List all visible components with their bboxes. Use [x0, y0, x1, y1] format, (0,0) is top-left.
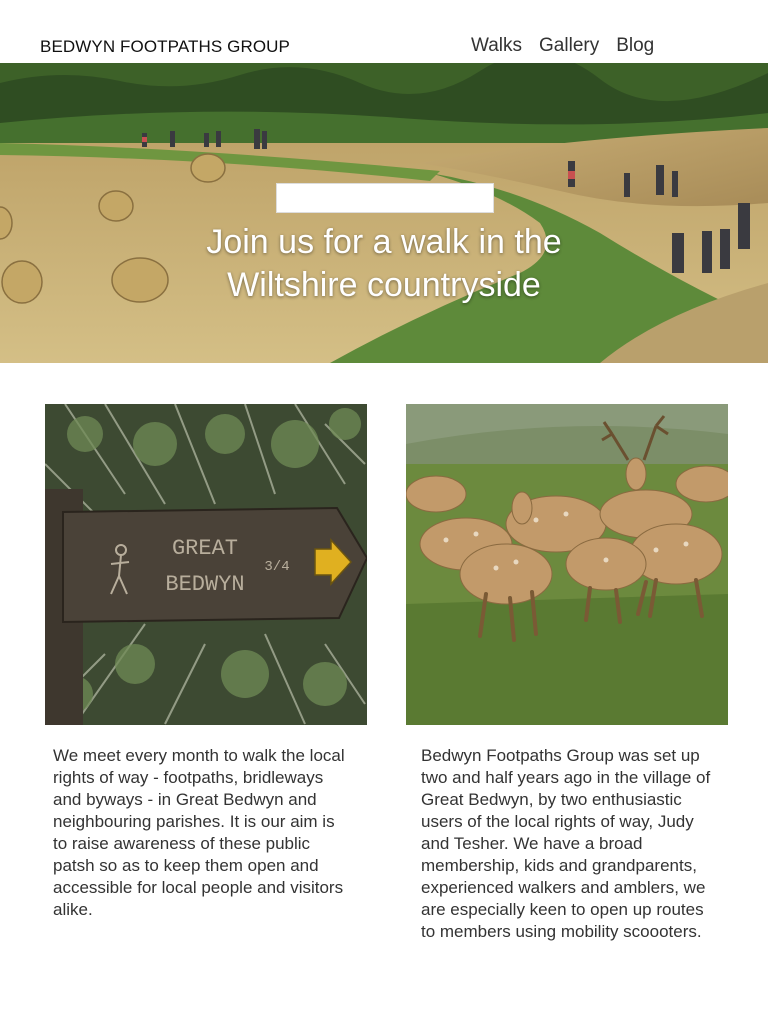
- sign-line2: BEDWYN: [165, 572, 244, 597]
- hero-search-box[interactable]: [276, 183, 494, 213]
- site-title[interactable]: BEDWYN FOOTPATHS GROUP: [40, 37, 290, 57]
- deer-photo: [406, 404, 728, 725]
- signpost-photo: GREAT BEDWYN 3/4: [45, 404, 367, 725]
- deer-herd-image: [406, 404, 728, 725]
- signpost-image: GREAT BEDWYN 3/4: [45, 404, 367, 725]
- main-nav: Walks Gallery Blog: [471, 35, 654, 57]
- intro-paragraph: We meet every month to walk the local ri…: [53, 746, 345, 919]
- hero-banner: Join us for a walk in the Wiltshire coun…: [0, 63, 768, 363]
- nav-gallery[interactable]: Gallery: [539, 35, 599, 57]
- sign-line1: GREAT: [172, 536, 238, 561]
- hero-heading: Join us for a walk in the Wiltshire coun…: [206, 223, 562, 304]
- site-header: BEDWYN FOOTPATHS GROUP Walks Gallery Blo…: [0, 0, 768, 63]
- sign-fraction: 3/4: [264, 559, 289, 575]
- nav-walks[interactable]: Walks: [471, 35, 522, 57]
- history-paragraph: Bedwyn Footpaths Group was set up two an…: [421, 746, 711, 941]
- nav-blog[interactable]: Blog: [616, 35, 654, 57]
- hero-landscape-image: [0, 63, 768, 363]
